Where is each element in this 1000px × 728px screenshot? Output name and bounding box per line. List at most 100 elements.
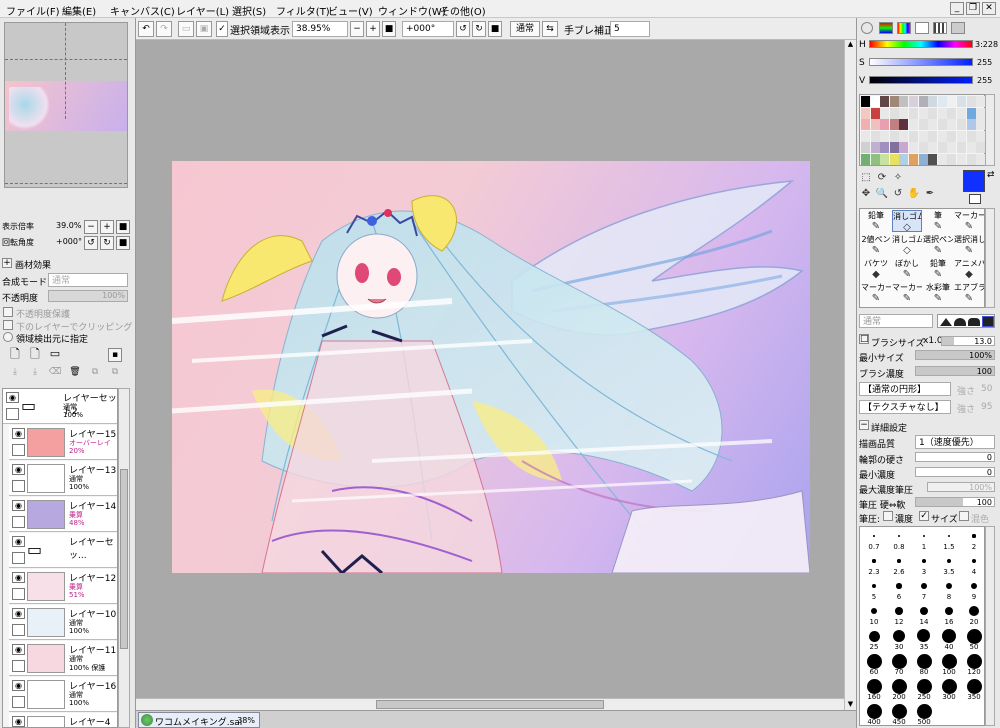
menu-view[interactable]: ビュー(V) (328, 3, 373, 18)
color-swatch[interactable] (889, 107, 899, 119)
brush-size-dot[interactable] (966, 653, 982, 669)
layer-row[interactable]: ◉ レイヤー13 通常 100% (9, 461, 117, 496)
source-radio[interactable] (3, 332, 13, 342)
canvas-horizontal-scrollbar[interactable] (136, 698, 844, 710)
layer-lock-checkbox[interactable] (12, 696, 25, 708)
move-icon[interactable]: ✥ (859, 188, 873, 202)
color-swatch[interactable] (937, 142, 947, 154)
color-swatch[interactable] (889, 142, 899, 154)
layer-lock-checkbox[interactable] (12, 660, 25, 672)
eyedropper-icon[interactable]: ✒ (923, 188, 937, 202)
brush-tool-button[interactable]: マーカー ✎ (861, 282, 891, 304)
canvas-area[interactable]: ▲ ▼ (136, 40, 856, 710)
brush-size-dot[interactable] (870, 607, 878, 615)
brush-size-dot[interactable] (970, 582, 978, 590)
brush-size-dot[interactable] (895, 607, 903, 615)
brush-size-dot[interactable] (972, 534, 976, 538)
rect-select-icon[interactable]: ⬚ (859, 172, 873, 186)
brush-size-dot[interactable] (942, 629, 956, 643)
color-swatch[interactable] (947, 130, 957, 142)
brush-size-dot[interactable] (866, 678, 882, 694)
close-icon[interactable]: ✕ (982, 2, 996, 15)
magic-wand-icon[interactable]: ✧ (891, 172, 905, 186)
visibility-eye-icon[interactable]: ◉ (12, 644, 25, 655)
visibility-eye-icon[interactable]: ◉ (12, 608, 25, 619)
brush-tool-button[interactable]: 選択消し ✎ (954, 234, 984, 256)
color-swatch[interactable] (918, 119, 928, 131)
color-swatch[interactable] (966, 130, 976, 142)
nav-rotate-reset-icon[interactable]: ■ (116, 236, 130, 250)
visibility-eye-icon[interactable]: ◉ (12, 428, 25, 439)
color-swatch[interactable] (918, 130, 928, 142)
brush-size-dot[interactable] (916, 703, 932, 719)
brush-size-slider[interactable]: 13.0 (941, 336, 995, 346)
rotate-right-icon[interactable]: ↻ (472, 21, 486, 37)
delete-layer-icon[interactable]: 🗑 (68, 366, 82, 380)
color-swatch[interactable] (889, 130, 899, 142)
brush-size-dot[interactable] (946, 558, 952, 564)
current-color-swatch[interactable] (963, 170, 985, 192)
color-swatch[interactable] (880, 96, 890, 107)
color-swatch[interactable] (880, 142, 890, 154)
brush-tool-button[interactable]: マーカー ✎ (954, 210, 984, 232)
rgb-slider-icon[interactable] (879, 22, 893, 34)
color-swatch[interactable] (928, 119, 938, 131)
color-swatch[interactable] (870, 130, 880, 142)
brush-size-dot[interactable] (922, 534, 926, 538)
background-color-swatch[interactable] (969, 194, 981, 204)
brush-size-dot[interactable] (891, 653, 907, 669)
color-swatch[interactable] (870, 96, 880, 107)
brush-size-dot[interactable] (969, 606, 979, 616)
size-grid-scrollbar[interactable] (985, 526, 995, 726)
layer-row[interactable]: ◉ レイヤー16 通常 100% (9, 677, 117, 712)
layer-lock-checkbox[interactable] (12, 588, 25, 600)
tip-round-icon[interactable] (954, 318, 966, 326)
color-swatch[interactable] (909, 96, 918, 107)
menu-other[interactable]: その他(O) (440, 3, 486, 18)
menu-file[interactable]: ファイル(F) (6, 3, 60, 18)
invert-selection-icon[interactable]: ▣ (196, 21, 212, 37)
brush-mode-dropdown[interactable]: 通常 (859, 314, 933, 328)
color-swatch[interactable] (928, 142, 938, 154)
brush-size-dot[interactable] (872, 559, 876, 563)
brush-size-expand-icon[interactable]: □ (859, 334, 869, 344)
color-swatch[interactable] (880, 107, 890, 119)
brush-size-dot[interactable] (898, 535, 900, 537)
brush-size-dot[interactable] (891, 703, 907, 719)
color-swatch[interactable] (861, 96, 870, 107)
angle-field[interactable]: +000° (402, 21, 454, 37)
color-swatch[interactable] (861, 142, 870, 154)
canvas-vertical-scrollbar[interactable]: ▲ ▼ (844, 40, 856, 710)
color-swatch[interactable] (976, 119, 986, 131)
menu-select[interactable]: 選択(S) (232, 3, 266, 18)
menu-window[interactable]: ウィンドウ(W) (378, 3, 446, 18)
color-swatch[interactable] (899, 154, 909, 165)
visibility-eye-icon[interactable]: ◉ (6, 392, 19, 403)
rotate-reset-icon[interactable]: ■ (488, 21, 502, 37)
visibility-eye-icon[interactable]: ◉ (12, 680, 25, 691)
color-swatch[interactable] (966, 154, 976, 165)
zoom-in-icon[interactable]: + (366, 21, 380, 37)
color-swatch[interactable] (918, 107, 928, 119)
color-swatch[interactable] (928, 130, 938, 142)
nav-rotate-left-icon[interactable]: ↺ (84, 236, 98, 250)
restore-icon[interactable]: ❐ (966, 2, 980, 15)
layer-row[interactable]: ◉ レイヤー11 通常 100% 保護 (9, 641, 117, 676)
v-slider[interactable] (869, 76, 973, 84)
protect-checkbox[interactable] (3, 307, 13, 317)
opacity-slider[interactable]: 100% (48, 290, 128, 302)
pen-size-checkbox[interactable]: ✓ (919, 511, 929, 521)
color-swatch[interactable] (909, 107, 918, 119)
layer-lock-checkbox[interactable] (12, 552, 25, 564)
layer-lock-checkbox[interactable] (12, 480, 25, 492)
undo-icon[interactable]: ↶ (138, 21, 154, 37)
color-swatch[interactable] (937, 96, 947, 107)
color-swatch[interactable] (899, 142, 909, 154)
color-swatch[interactable] (966, 142, 976, 154)
brush-tool-button[interactable]: アニメバケツ◆ (954, 258, 984, 280)
layer-list-scrollbar[interactable] (118, 388, 130, 728)
brush-tool-button[interactable]: 消しゴム ◇ (892, 210, 922, 232)
lasso-icon[interactable]: ⟳ (875, 172, 889, 186)
color-swatch[interactable] (899, 107, 909, 119)
pen-density-checkbox[interactable] (883, 511, 893, 521)
